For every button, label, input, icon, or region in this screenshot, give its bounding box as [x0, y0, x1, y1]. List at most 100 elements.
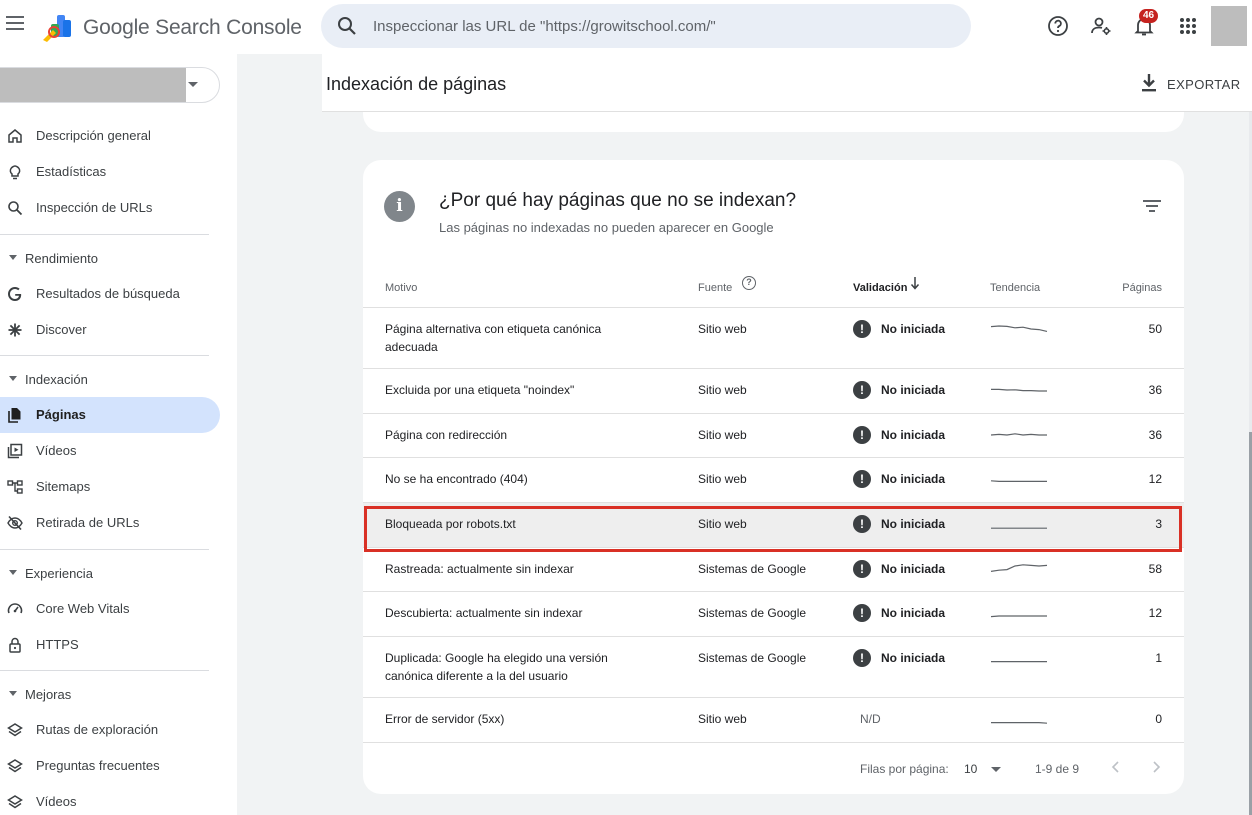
- trend-line: [991, 388, 1047, 392]
- avatar[interactable]: [1211, 6, 1247, 46]
- url-inspection-search[interactable]: [321, 4, 971, 48]
- sidebar-item-label: Páginas: [36, 407, 86, 422]
- column-paginas[interactable]: Páginas: [1122, 282, 1162, 294]
- trend-sparkline: [990, 564, 1048, 572]
- cell-fuente: Sitio web: [698, 472, 747, 486]
- property-selector[interactable]: [0, 67, 220, 103]
- caret-down-icon: [9, 691, 17, 696]
- video-icon: [7, 443, 23, 459]
- export-label: EXPORTAR: [1167, 77, 1241, 92]
- trend-line: [990, 615, 1047, 618]
- validation-status: No iniciada: [881, 322, 946, 336]
- help-icon[interactable]: ?: [742, 276, 756, 290]
- filter-icon[interactable]: [1143, 200, 1161, 214]
- cell-motivo: Rastreada: actualmente sin indexar: [385, 562, 574, 576]
- info-icon: i: [384, 191, 415, 222]
- sidebar-item-faq[interactable]: Preguntas frecuentes: [0, 748, 220, 784]
- sidebar-item-https[interactable]: HTTPS: [0, 627, 220, 663]
- cell-motivo: Error de servidor (5xx): [385, 712, 505, 726]
- cell-fuente: Sistemas de Google: [698, 606, 807, 620]
- divider: [0, 234, 209, 235]
- trend-line: [990, 433, 1047, 436]
- sidebar-item-videos[interactable]: Vídeos: [0, 433, 220, 469]
- table-row[interactable]: Excluida por una etiqueta "noindex" Sitio…: [363, 369, 1184, 414]
- trend-line: [990, 480, 1047, 482]
- sidebar-item-sitemaps[interactable]: Sitemaps: [0, 469, 220, 505]
- sidebar-item-label: Vídeos: [36, 794, 77, 809]
- table-row[interactable]: Página alternativa con etiqueta canónica…: [363, 308, 1184, 369]
- rows-per-page-value[interactable]: 10: [964, 762, 977, 776]
- sidebar-item-core-web-vitals[interactable]: Core Web Vitals: [0, 591, 220, 627]
- cell-motivo: Página con redirección: [385, 428, 508, 442]
- column-validacion[interactable]: Validación: [853, 282, 907, 294]
- table-row[interactable]: Página con redirección Sitio web! No inici…: [363, 414, 1184, 458]
- cell-paginas: 58: [1148, 562, 1162, 576]
- exclamation-icon: !: [853, 470, 871, 488]
- table-row[interactable]: Bloqueada por robots.txt Sitio web! No ini…: [363, 503, 1184, 548]
- section-experiencia[interactable]: Experiencia: [0, 560, 220, 586]
- trend-sparkline: [991, 722, 1048, 724]
- lock-icon: [9, 637, 21, 653]
- sidebar-item-url-removals[interactable]: Retirada de URLs: [0, 505, 220, 541]
- cell-motivo: Excluida por una etiqueta "noindex": [385, 383, 575, 397]
- cell-motivo: Página alternativa con etiqueta canónica…: [385, 322, 602, 354]
- sidebar: Descripción general Estadísticas Inspecc…: [0, 54, 237, 815]
- sidebar-item-overview[interactable]: Descripción general: [0, 118, 220, 154]
- sidebar-item-discover[interactable]: Discover: [0, 312, 220, 348]
- exclamation-icon: !: [853, 649, 871, 667]
- column-motivo[interactable]: Motivo: [385, 282, 417, 294]
- table-row[interactable]: No se ha encontrado (404) Sitio web! No in…: [363, 458, 1184, 503]
- section-rendimiento[interactable]: Rendimiento: [0, 245, 220, 271]
- help-icon[interactable]: [1046, 14, 1070, 38]
- pagination: Filas por página: 10 1-9 de 9: [363, 750, 1184, 780]
- cell-fuente: Sitio web: [698, 712, 747, 726]
- app-title: Google Search Console: [83, 16, 302, 39]
- google-g-icon: [8, 287, 22, 301]
- sidebar-item-url-inspection[interactable]: Inspección de URLs: [0, 190, 220, 226]
- exclamation-icon: !: [853, 320, 871, 338]
- caret-down-icon: [9, 376, 17, 381]
- section-indexacion[interactable]: Indexación: [0, 366, 220, 392]
- apps-grid-icon[interactable]: [1176, 14, 1200, 38]
- chevron-down-icon: [188, 82, 198, 87]
- sidebar-item-label: Preguntas frecuentes: [36, 758, 160, 773]
- download-icon: [1142, 74, 1156, 92]
- trend-sparkline: [991, 661, 1047, 663]
- search-input[interactable]: [373, 4, 953, 48]
- sidebar-item-label: Inspección de URLs: [36, 200, 153, 215]
- trend-sparkline: [990, 480, 1047, 482]
- column-fuente[interactable]: Fuente: [698, 282, 732, 294]
- trend-sparkline: [991, 388, 1047, 392]
- cell-fuente: Sitio web: [698, 428, 747, 442]
- cell-paginas: 1: [1155, 651, 1162, 665]
- sidebar-item-label: Discover: [36, 322, 87, 337]
- sidebar-item-videos-enhancement[interactable]: Vídeos: [0, 784, 220, 815]
- property-name-redacted: [0, 68, 186, 102]
- sidebar-item-breadcrumbs[interactable]: Rutas de exploración: [0, 712, 220, 748]
- chevron-right-icon[interactable]: [1149, 760, 1163, 774]
- rows-per-page-dropdown-icon[interactable]: [991, 767, 1001, 772]
- user-settings-icon[interactable]: [1089, 14, 1113, 38]
- table-row[interactable]: Rastreada: actualmente sin indexar Sistem…: [363, 548, 1184, 592]
- trend-line: [990, 325, 1048, 332]
- sidebar-item-search-results[interactable]: Resultados de búsqueda: [0, 276, 220, 312]
- trend-sparkline: [990, 615, 1047, 618]
- divider: [0, 670, 209, 671]
- trend-line: [990, 564, 1048, 572]
- eye-off-icon: [7, 515, 23, 531]
- table-row[interactable]: Error de servidor (5xx) Sitio web N/D 0: [363, 698, 1184, 743]
- cell-motivo: No se ha encontrado (404): [385, 472, 528, 486]
- menu-icon[interactable]: [6, 16, 24, 30]
- sidebar-item-pages[interactable]: Páginas: [0, 397, 220, 433]
- table-row[interactable]: Duplicada: Google ha elegido una versión…: [363, 637, 1184, 698]
- caret-down-icon: [9, 570, 17, 575]
- validation-status: No iniciada: [881, 606, 946, 620]
- chevron-left-icon[interactable]: [1109, 760, 1123, 774]
- sidebar-item-stats[interactable]: Estadísticas: [0, 154, 220, 190]
- table-row[interactable]: Descubierta: actualmente sin indexar Sist…: [363, 592, 1184, 637]
- section-mejoras[interactable]: Mejoras: [0, 681, 220, 707]
- column-tendencia: Tendencia: [990, 282, 1041, 294]
- caret-down-icon: [9, 255, 17, 260]
- arrow-down-icon[interactable]: [910, 276, 920, 290]
- cell-paginas: 0: [1155, 712, 1162, 726]
